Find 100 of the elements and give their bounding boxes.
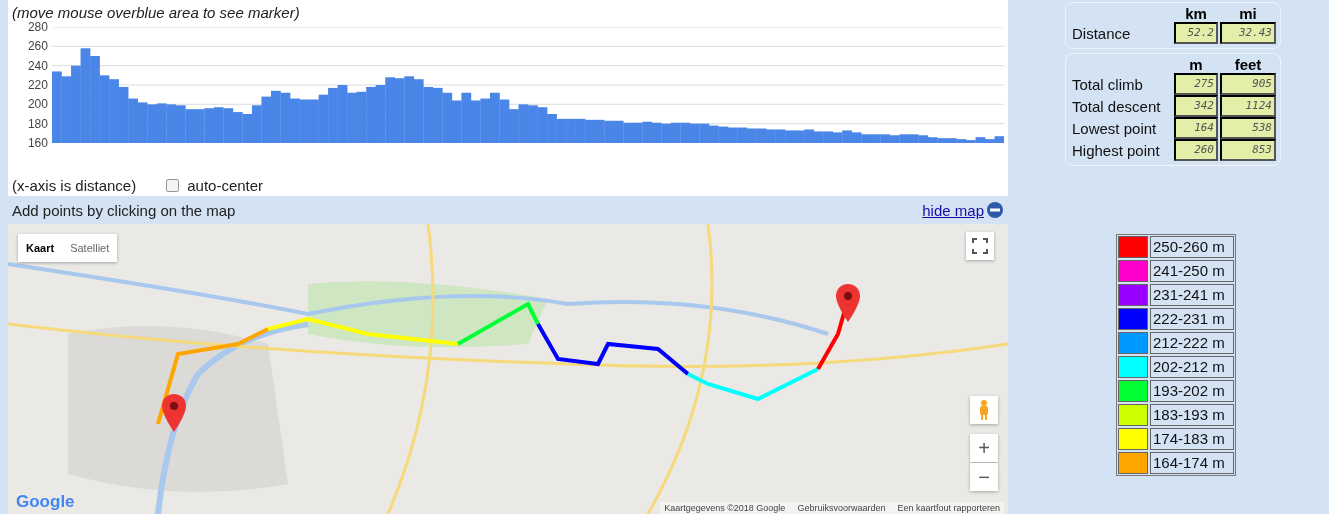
map-logo: Google xyxy=(16,492,75,512)
value-field: 905 xyxy=(1220,73,1276,95)
elevation-bar xyxy=(489,92,500,143)
elevation-bar xyxy=(699,123,710,143)
elevation-bar xyxy=(899,134,910,143)
elevation-bar xyxy=(480,98,491,143)
column-header: m xyxy=(1188,56,1204,73)
elevation-bar xyxy=(147,104,157,143)
elevation-bar xyxy=(375,85,386,143)
auto-center-checkbox[interactable] xyxy=(166,179,180,192)
value-field: 52.2 xyxy=(1174,22,1218,44)
column-header: km xyxy=(1184,5,1208,22)
elevation-bar xyxy=(156,103,167,143)
elevation-bar xyxy=(651,122,662,143)
elevation-bar xyxy=(680,122,691,143)
chart-hint: (move mouse overblue area to see marker) xyxy=(12,4,301,21)
elevation-bar xyxy=(604,120,614,143)
fullscreen-button[interactable] xyxy=(966,232,994,260)
elevation-bar xyxy=(175,105,186,143)
elevation-bar xyxy=(394,78,405,143)
elevation-bar xyxy=(185,109,196,143)
axis-tick-label: 240 xyxy=(26,59,48,72)
elevation-bar xyxy=(213,107,224,143)
elevation-bar xyxy=(613,120,624,143)
elevation-bar xyxy=(785,130,795,143)
column-header: mi xyxy=(1238,5,1258,22)
legend-label: 174-183 m xyxy=(1150,428,1234,450)
axis-tick-label: 220 xyxy=(26,79,48,91)
row-label: Distance xyxy=(1072,24,1132,42)
hide-map-link[interactable]: hide map xyxy=(922,201,1004,219)
axis-tick-label: 160 xyxy=(26,136,48,149)
elevation-bar xyxy=(137,102,148,143)
value-field: 164 xyxy=(1174,117,1218,139)
elevation-bar xyxy=(289,98,300,143)
elevation-bar xyxy=(470,100,481,143)
elevation-bar xyxy=(527,105,538,143)
legend-label: 164-174 m xyxy=(1150,452,1234,474)
elevation-bar xyxy=(908,134,919,143)
elevation-bar xyxy=(51,71,62,143)
street-view-button[interactable] xyxy=(970,396,998,424)
elevation-bar xyxy=(442,92,453,143)
elevation-bar xyxy=(689,123,700,143)
elevation-bar xyxy=(280,92,291,143)
elevation-bar xyxy=(328,87,338,143)
map-type-tab[interactable]: Kaart xyxy=(18,234,63,262)
map-pin-icon xyxy=(836,284,860,322)
map-pin-icon xyxy=(162,394,186,432)
legend-label: 250-260 m xyxy=(1150,236,1234,258)
elevation-bar xyxy=(337,85,348,143)
elevation-bar xyxy=(718,126,729,143)
elevation-bar xyxy=(404,76,414,143)
value-field: 1124 xyxy=(1220,95,1276,117)
elevation-bar xyxy=(413,79,424,143)
elevation-bar xyxy=(61,76,72,143)
elevation-bar xyxy=(299,99,310,143)
elevation-bar xyxy=(204,108,215,143)
legend-label: 231-241 m xyxy=(1150,284,1234,306)
row-label: Highest point xyxy=(1072,141,1161,159)
zoom-out-button[interactable]: − xyxy=(970,463,998,491)
legend-label: 183-193 m xyxy=(1150,404,1234,426)
attribution-text[interactable]: Een kaartfout rapporteren xyxy=(897,503,1000,513)
elevation-bar xyxy=(99,75,110,143)
elevation-bar xyxy=(727,127,738,143)
elevation-bar xyxy=(585,119,595,143)
map-type-tab[interactable]: Satelliet xyxy=(62,234,118,262)
elevation-bar xyxy=(861,134,871,143)
elevation-bar xyxy=(804,129,814,143)
fullscreen-icon xyxy=(972,238,988,254)
axis-tick-label: 260 xyxy=(26,40,48,53)
elevation-bar xyxy=(851,132,862,143)
legend-label: 241-250 m xyxy=(1150,260,1234,282)
elevation-bar xyxy=(661,123,672,143)
elevation-bar xyxy=(547,114,557,143)
elevation-bar xyxy=(223,108,234,143)
elevation-bar xyxy=(270,90,281,143)
map-instruction: Add points by clicking on the map xyxy=(12,201,236,219)
elevation-bar xyxy=(870,134,881,143)
attribution-text[interactable]: Gebruiksvoorwaarden xyxy=(797,503,886,513)
attribution-text: Kaartgegevens ©2018 Google xyxy=(664,503,786,513)
elevation-bar xyxy=(746,128,757,143)
elevation-bar xyxy=(508,109,519,143)
elevation-bar xyxy=(461,92,472,143)
legend-label: 202-212 m xyxy=(1150,356,1234,378)
elevation-bar xyxy=(366,86,376,143)
elevation-bar xyxy=(623,122,633,143)
elevation-bar xyxy=(251,105,262,143)
zoom-in-button[interactable]: + xyxy=(970,434,998,462)
elevation-bar xyxy=(128,98,138,143)
axis-tick-label: 280 xyxy=(27,21,48,33)
elevation-bar xyxy=(451,100,462,143)
value-field: 275 xyxy=(1174,73,1218,95)
person-icon xyxy=(978,400,990,420)
elevation-bar xyxy=(423,86,434,143)
checkbox-label: auto-center xyxy=(187,177,264,194)
elevation-bar xyxy=(766,129,776,143)
elevation-bar xyxy=(347,92,357,143)
elevation-bar xyxy=(499,99,510,143)
elevation-bar xyxy=(756,128,767,143)
legend-label: 212-222 m xyxy=(1150,332,1234,354)
elevation-bar xyxy=(432,87,443,143)
